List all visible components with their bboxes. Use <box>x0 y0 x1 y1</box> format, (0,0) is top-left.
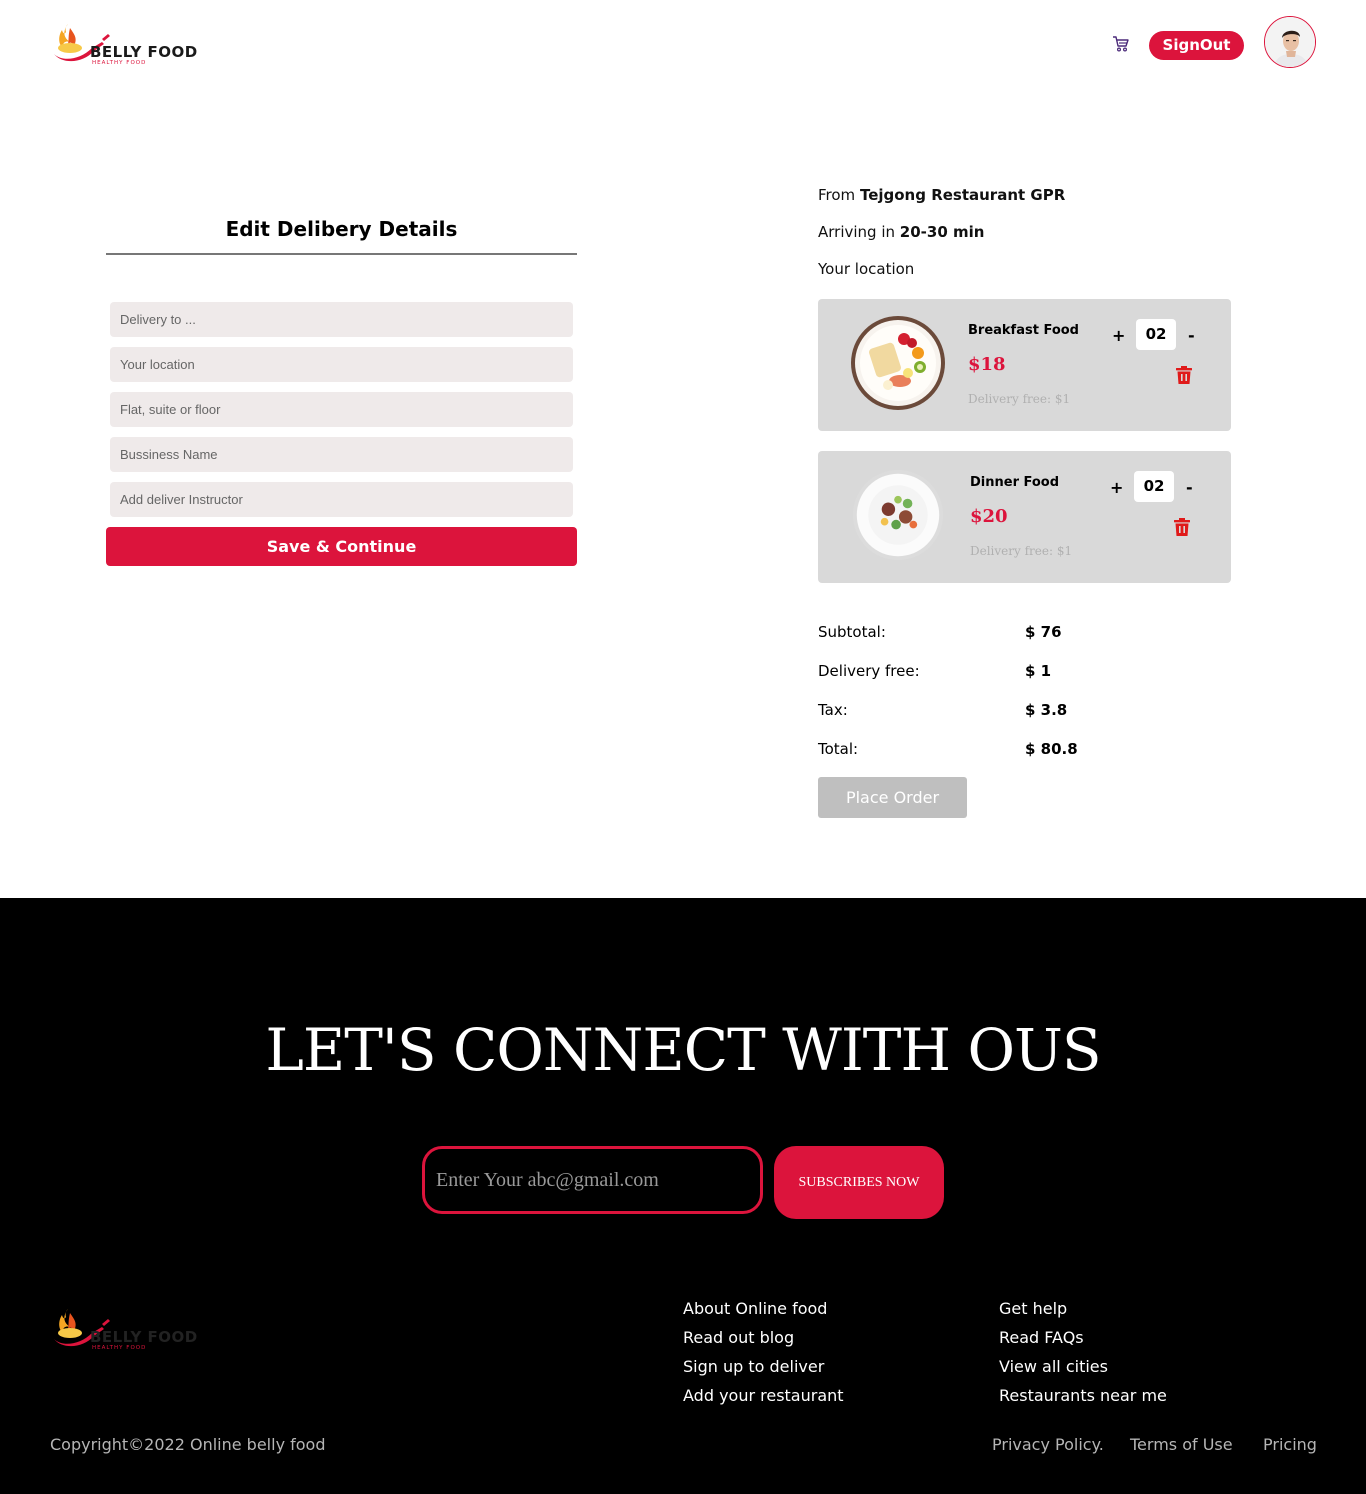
header: BELLY FOOD HEALTHY FOOD SignOut <box>0 0 1366 90</box>
cart-item: Breakfast Food $18 Delivery free: $1 + 0… <box>818 299 1231 431</box>
place-order-button[interactable]: Place Order <box>818 777 967 818</box>
trash-icon[interactable] <box>1173 517 1191 537</box>
arriving-prefix: Arriving in <box>818 223 896 241</box>
form-divider <box>106 253 577 255</box>
newsletter-email-input[interactable] <box>422 1146 763 1214</box>
dinner-food-image <box>852 469 944 561</box>
total-value: $ 80.8 <box>1025 740 1078 758</box>
privacy-policy-link[interactable]: Privacy Policy. <box>992 1435 1104 1454</box>
quantity-decrease-button[interactable]: - <box>1188 326 1195 345</box>
footer-link-help[interactable]: Get help <box>999 1299 1067 1318</box>
item-price: $18 <box>968 354 1006 375</box>
business-name-input[interactable] <box>110 437 573 472</box>
form-title: Edit Delibery Details <box>225 217 458 241</box>
cart-item: Dinner Food $20 Delivery free: $1 + 02 - <box>818 451 1231 583</box>
tax-label: Tax: <box>818 701 848 719</box>
restaurant-name: Tejgong Restaurant GPR <box>859 186 1066 204</box>
brand-tagline: HEALTHY FOOD <box>92 1345 147 1351</box>
avatar-icon <box>1265 17 1315 67</box>
quantity-value: 02 <box>1136 319 1176 350</box>
brand-logo[interactable]: BELLY FOOD HEALTHY FOOD <box>52 18 198 70</box>
connect-headline: LET'S CONNECT WITH OUS <box>265 1016 1101 1084</box>
terms-of-use-link[interactable]: Terms of Use <box>1130 1435 1233 1454</box>
footer-link-faqs[interactable]: Read FAQs <box>999 1328 1084 1347</box>
quantity-increase-button[interactable]: + <box>1110 478 1123 497</box>
breakfast-food-image <box>851 316 945 410</box>
tax-value: $ 3.8 <box>1025 701 1068 719</box>
delivery-instruction-input[interactable] <box>110 482 573 517</box>
item-price: $20 <box>970 506 1008 527</box>
brand-tagline: HEALTHY FOOD <box>92 60 147 66</box>
subtotal-label: Subtotal: <box>818 623 886 641</box>
item-name: Dinner Food <box>970 475 1060 490</box>
trash-icon[interactable] <box>1175 365 1193 385</box>
copyright-text: Copyright©2022 Online belly food <box>50 1435 326 1454</box>
cart-icon[interactable] <box>1112 35 1130 53</box>
delivery-to-input[interactable] <box>110 302 573 337</box>
footer-link-deliver[interactable]: Sign up to deliver <box>683 1357 824 1376</box>
brand-name: BELLY FOOD <box>90 1328 198 1346</box>
subtotal-value: $ 76 <box>1025 623 1062 641</box>
delivery-fee-label: Delivery free: <box>818 662 920 680</box>
footer-brand-logo[interactable]: BELLY FOOD HEALTHY FOOD <box>52 1303 198 1355</box>
signout-button[interactable]: SignOut <box>1149 31 1244 60</box>
footer-link-blog[interactable]: Read out blog <box>683 1328 794 1347</box>
footer-link-restaurants-near[interactable]: Restaurants near me <box>999 1386 1167 1405</box>
arriving-time: 20-30 min <box>899 223 985 241</box>
save-continue-button[interactable]: Save & Continue <box>106 527 577 566</box>
subscribe-button[interactable]: SUBSCRIBES NOW <box>774 1146 944 1219</box>
delivery-fee-value: $ 1 <box>1025 662 1052 680</box>
location-input[interactable] <box>110 347 573 382</box>
restaurant-info: From Tejgong Restaurant GPR <box>818 186 1065 204</box>
quantity-decrease-button[interactable]: - <box>1186 478 1193 497</box>
from-prefix: From <box>818 186 856 204</box>
location-label: Your location <box>818 260 915 278</box>
item-delivery-fee: Delivery free: $1 <box>970 544 1073 558</box>
footer-link-cities[interactable]: View all cities <box>999 1357 1108 1376</box>
quantity-value: 02 <box>1134 471 1174 502</box>
item-name: Breakfast Food <box>968 323 1079 338</box>
flat-suite-input[interactable] <box>110 392 573 427</box>
footer-link-about[interactable]: About Online food <box>683 1299 827 1318</box>
pricing-link[interactable]: Pricing <box>1263 1435 1317 1454</box>
footer-link-add-restaurant[interactable]: Add your restaurant <box>683 1386 844 1405</box>
item-delivery-fee: Delivery free: $1 <box>968 392 1071 406</box>
footer: LET'S CONNECT WITH OUS SUBSCRIBES NOW BE… <box>0 898 1366 1494</box>
brand-name: BELLY FOOD <box>90 43 198 61</box>
total-label: Total: <box>818 740 859 758</box>
user-avatar[interactable] <box>1264 16 1316 68</box>
arrival-info: Arriving in 20-30 min <box>818 223 984 241</box>
quantity-increase-button[interactable]: + <box>1112 326 1125 345</box>
